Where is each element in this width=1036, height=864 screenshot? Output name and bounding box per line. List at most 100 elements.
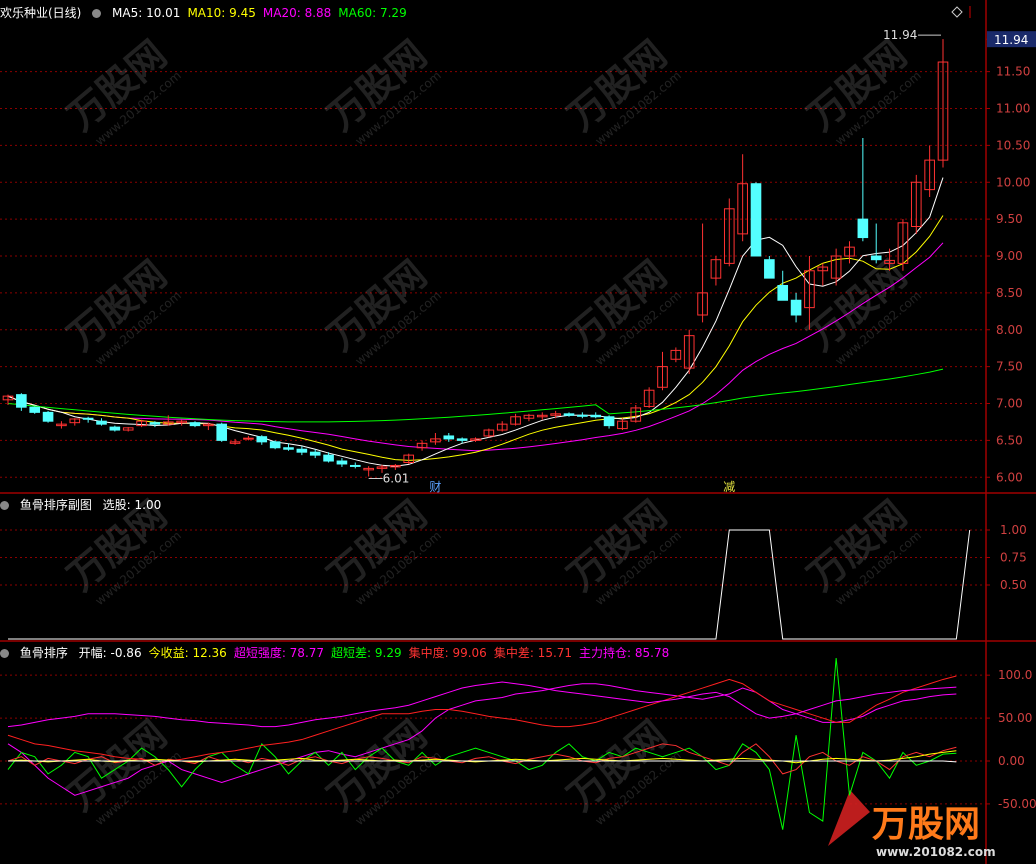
watermark-tile: 万股网www.201082.com [559,252,684,368]
ma-indicator-3: MA60: 7.29 [338,6,407,20]
y-tick-label: 10.50 [996,138,1030,152]
y-tick-label: 8.50 [996,286,1023,300]
watermark-tile: 万股网www.201082.com [59,252,184,368]
y-tick-label: 7.50 [996,360,1023,374]
watermark-tile: 万股网www.201082.com [559,32,684,148]
logo-brand: 万股网 [872,804,980,845]
sub2-indicator-2: 超短强度: 78.77 [233,646,325,660]
candle-body [16,394,27,408]
candle-body [563,413,575,416]
sub1-dot-icon[interactable] [0,501,9,510]
y-tick-label: 11.50 [996,65,1030,79]
y-tick-label: 9.00 [996,249,1023,263]
y-tick-label: 10.00 [996,175,1030,189]
logo-arrow-icon [828,790,870,846]
watermark-tile: 万股网www.201082.com [59,32,184,148]
y-tick-label: 9.50 [996,212,1023,226]
candle-body [109,426,121,431]
ma-indicator-2: MA20: 8.88 [262,6,332,20]
stock-chart-canvas[interactable]: 万股网www.201082.com 万股网www.201082.com 万股网www… [0,0,1036,864]
candle-body [82,417,94,420]
sub2-indicator-3: 超短差: 9.29 [331,646,402,660]
sub2-dot-icon[interactable] [0,649,9,658]
candle-body [309,451,321,456]
y-tick-label: 6.50 [996,433,1023,447]
watermark-layer: 万股网www.201082.com 万股网www.201082.com 万股网www… [59,32,995,859]
candle-body [269,441,281,449]
candle-body [603,416,615,427]
low-label: 6.01 [383,472,410,486]
sub1-header: 鱼骨排序副图 选股: 1.00 [0,497,168,513]
candle-body [96,420,107,425]
sub2-indicator-1: 今收益: 12.36 [148,646,227,660]
watermark-logo: 万股网www.201082.com [828,790,996,859]
watermark-tile: 万股网www.201082.com [319,712,444,828]
candle-body [870,255,882,261]
event-marker: 财 [429,480,441,494]
ma-indicator-1: MA10: 9.45 [187,6,256,20]
diamond-icon [951,6,963,18]
high-label: 11.94 [883,28,917,42]
sub1-value: 选股: 1.00 [102,498,162,512]
watermark-tile: 万股网www.201082.com [319,492,444,608]
event-marker: 减 [723,480,735,494]
sub2-tick-label: -50.00 [998,797,1036,811]
watermark-tile: 万股网www.201082.com [799,492,924,608]
sub2-indicator-4: 集中度: 99.06 [408,646,487,660]
candle-body [349,464,361,467]
candle-body [577,414,588,417]
sub1-tick-label: 0.50 [1000,578,1027,592]
candle-body [189,422,201,427]
candle-body [243,437,254,440]
candle-body [790,299,802,316]
sub2-indicator-6: 主力持仓: 85.78 [579,646,670,660]
sub2-tick-label: 0.00 [998,754,1025,768]
watermark-tile: 万股网www.201082.com [559,712,684,828]
sub2-header: 鱼骨排序 开幅: -0.86 今收益: 12.36 超短强度: 78.77 超短差: … [0,645,683,661]
watermark-tile: 万股网www.201082.com [799,32,924,148]
y-tick-label: 6.00 [996,470,1023,484]
current-price-tag: 11.94 [994,33,1028,47]
candle-body [29,406,41,413]
candle-body [216,423,228,441]
sub1-tick-label: 0.75 [1000,551,1027,565]
candle-body [323,454,334,462]
candle-body [42,411,54,422]
watermark-tile: 万股网www.201082.com [319,252,444,368]
ma-indicator-list: MA5: 10.01 MA10: 9.45 MA20: 8.88 MA60: 7.29 [112,6,414,20]
candle-body [750,183,762,257]
candle-body [149,422,161,425]
sub2-indicator-5: 集中差: 15.71 [493,646,573,660]
main-header: 欢乐种业(日线) MA5: 10.01 MA10: 9.45 MA20: 8.88 M… [0,5,421,21]
ma60-line [7,368,944,423]
ma-indicator-0: MA5: 10.01 [112,6,181,20]
sub2-indicator-0: 开幅: -0.86 [78,646,142,660]
candle-body [857,218,869,239]
sub1-name[interactable]: 鱼骨排序副图 [20,498,92,512]
candle-body [283,447,294,450]
y-tick-label: 11.00 [996,102,1030,116]
ma10-line [7,215,944,461]
y-tick-label: 8.00 [996,323,1023,337]
sub1-tick-label: 1.00 [1000,523,1027,537]
price-axis: 11.94 11.50 11.00 10.50 10.00 9.50 9.00 8.50 8.0… [951,6,1036,811]
candle-body [764,259,775,279]
candle-body [256,436,268,443]
candle-body [336,460,348,465]
candle-body [590,414,602,418]
y-tick-label: 7.00 [996,397,1023,411]
watermark-tile: 万股网www.201082.com [319,32,444,148]
watermark-tile: 万股网www.201082.com [559,492,684,608]
sub2-tick-label: 50.00 [998,711,1032,725]
logo-url: www.201082.com [876,845,996,859]
settings-dot-icon[interactable] [92,9,102,18]
candle-body [456,438,468,441]
candle-body [777,285,789,301]
stock-name[interactable]: 欢乐种业(日线) [0,6,81,20]
watermark-tile: 万股网www.201082.com [59,712,184,828]
sub2-tick-label: 100.0 [998,668,1032,682]
sub2-indicator-list: 开幅: -0.86 今收益: 12.36 超短强度: 78.77 超短差: 9.29 集… [79,646,677,660]
candle-body [296,448,308,453]
candle-body [443,435,455,440]
sub2-name[interactable]: 鱼骨排序 [20,646,68,660]
